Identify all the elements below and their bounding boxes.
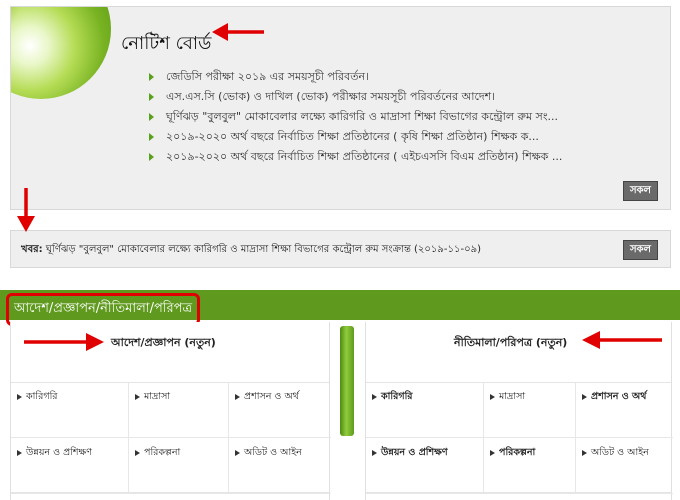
annotation-arrow-right: [24, 333, 104, 351]
notice-all-button[interactable]: সকল: [622, 181, 658, 201]
notice-board-title: নোটিশ বোর্ড: [121, 33, 212, 54]
cell-label: উন্নয়ন ও প্রশিক্ষণ: [381, 447, 448, 458]
triangle-right-icon: [135, 449, 140, 456]
news-bar: খবর: ঘূর্ণিঝড় "বুলবুল" মোকাবেলার লক্ষ্য…: [10, 230, 671, 268]
triangle-right-icon: [582, 449, 587, 456]
divider-bar: [340, 326, 354, 436]
triangle-right-icon: [235, 393, 240, 400]
cell-label: অডিট ও আইন: [244, 447, 302, 458]
orders-cell-madrasa[interactable]: মাদ্রাসা: [129, 382, 229, 438]
bullet-arrow-icon: [149, 153, 154, 161]
annotation-arrow-left: [212, 23, 264, 41]
orders-section-header: আদেশ/প্রজ্ঞাপন/নীতিমালা/পরিপত্র: [0, 290, 680, 326]
triangle-right-icon: [135, 393, 140, 400]
globe-icon: [11, 7, 111, 99]
annotation-arrow-left: [582, 331, 662, 349]
orders-cell-planning[interactable]: পরিকল্পনা: [129, 438, 229, 494]
cell-label: পরিকল্পনা: [499, 447, 536, 458]
news-text: খবর: ঘূর্ণিঝড় "বুলবুল" মোকাবেলার লক্ষ্য…: [21, 242, 481, 259]
cell-label: প্রশাসন ও অর্থ: [591, 391, 647, 402]
notice-item-link[interactable]: জেডিসি পরীক্ষা ২০১৯ এর সময়সূচী পরিবর্তন…: [166, 67, 369, 87]
notice-list: জেডিসি পরীক্ষা ২০১৯ এর সময়সূচী পরিবর্তন…: [149, 67, 562, 167]
news-link[interactable]: ঘূর্ণিঝড় "বুলবুল" মোকাবেলার লক্ষ্যে কার…: [46, 244, 481, 255]
notice-item-link[interactable]: ঘূর্ণিঝড় "বুলবুল" মোকাবেলার লক্ষ্যে কার…: [166, 107, 558, 127]
triangle-right-icon: [490, 393, 495, 400]
triangle-right-icon: [235, 449, 240, 456]
bullet-arrow-icon: [149, 113, 154, 121]
news-all-button[interactable]: সকল: [622, 240, 658, 260]
bullet-arrow-icon: [149, 73, 154, 81]
cell-label: মাদ্রাসা: [499, 391, 526, 402]
triangle-right-icon: [372, 393, 377, 400]
triangle-right-icon: [17, 393, 22, 400]
annotation-arrow-down: [17, 188, 35, 232]
policy-panel-title: নীতিমালা/পরিপত্র (নতুন): [454, 336, 568, 349]
news-label: খবর:: [21, 244, 43, 255]
cell-label: কারিগরি: [26, 391, 58, 402]
triangle-right-icon: [490, 449, 495, 456]
notice-item-link[interactable]: ২০১৯-২০২০ অর্থ বছরে নির্বাচিত শিক্ষা প্র…: [166, 127, 539, 147]
policy-cell-audit-law[interactable]: অডিট ও আইন: [576, 438, 673, 494]
cell-label: পরিকল্পনা: [144, 447, 181, 458]
policy-cell-planning[interactable]: পরিকল্পনা: [484, 438, 576, 494]
triangle-right-icon: [582, 393, 587, 400]
cell-label: মাদ্রাসা: [144, 391, 171, 402]
policy-cell-technical[interactable]: কারিগরি: [366, 382, 484, 438]
notice-item-link[interactable]: এস.এস.সি (ভোক) ও দাখিল (ভোক) পরীক্ষার সম…: [166, 87, 495, 107]
policy-cell-development[interactable]: উন্নয়ন ও প্রশিক্ষণ: [366, 438, 484, 494]
bullet-arrow-icon: [149, 133, 154, 141]
cell-label: প্রশাসন ও অর্থ: [244, 391, 299, 402]
triangle-right-icon: [17, 449, 22, 456]
notice-item[interactable]: ২০১৯-২০২০ অর্থ বছরে নির্বাচিত শিক্ষা প্র…: [149, 127, 562, 147]
orders-cell-audit-law[interactable]: অডিট ও আইন: [229, 438, 331, 494]
notice-item-link[interactable]: ২০১৯-২০২০ অর্থ বছরে নির্বাচিত শিক্ষা প্র…: [166, 147, 562, 167]
orders-cell-technical[interactable]: কারিগরি: [11, 382, 129, 438]
triangle-right-icon: [372, 449, 377, 456]
policy-cell-madrasa[interactable]: মাদ্রাসা: [484, 382, 576, 438]
notice-item[interactable]: এস.এস.সি (ভোক) ও দাখিল (ভোক) পরীক্ষার সম…: [149, 87, 562, 107]
policy-cell-admin-finance[interactable]: প্রশাসন ও অর্থ: [576, 382, 673, 438]
notice-item[interactable]: ঘূর্ণিঝড় "বুলবুল" মোকাবেলার লক্ষ্যে কার…: [149, 107, 562, 127]
notice-item[interactable]: জেডিসি পরীক্ষা ২০১৯ এর সময়সূচী পরিবর্তন…: [149, 67, 562, 87]
cell-label: কারিগরি: [381, 391, 413, 402]
cell-label: উন্নয়ন ও প্রশিক্ষণ: [26, 447, 92, 458]
cell-label: অডিট ও আইন: [591, 447, 649, 458]
notice-item[interactable]: ২০১৯-২০২০ অর্থ বছরে নির্বাচিত শিক্ষা প্র…: [149, 147, 562, 167]
orders-cell-development[interactable]: উন্নয়ন ও প্রশিক্ষণ: [11, 438, 129, 494]
orders-cell-admin-finance[interactable]: প্রশাসন ও অর্থ: [229, 382, 331, 438]
bullet-arrow-icon: [149, 93, 154, 101]
notice-board: নোটিশ বোর্ড জেডিসি পরীক্ষা ২০১৯ এর সময়স…: [10, 6, 671, 210]
orders-panel-title: আদেশ/প্রজ্ঞাপন (নতুন): [111, 336, 216, 349]
